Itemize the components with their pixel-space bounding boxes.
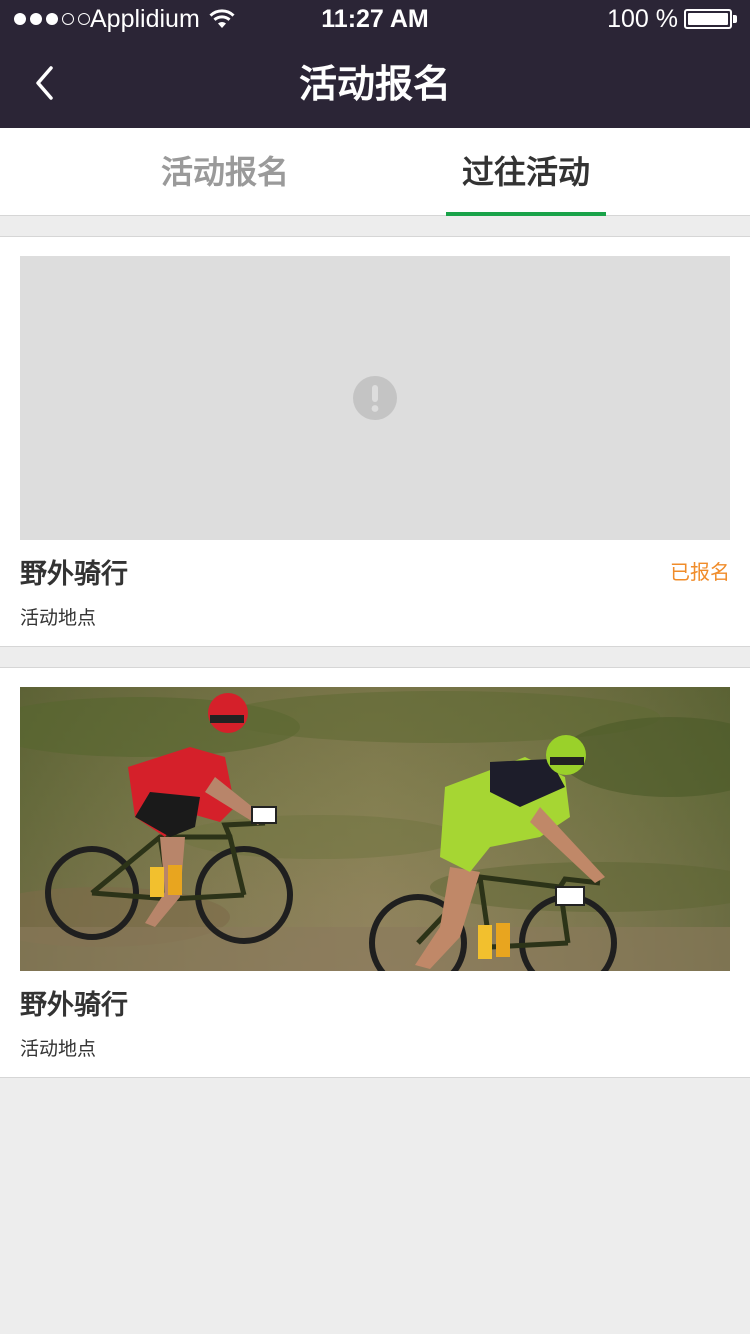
status-bar: Applidium 11:27 AM 100 % — [0, 0, 750, 40]
active-tab-indicator — [446, 212, 606, 216]
navigation-bar: 活动报名 — [0, 40, 750, 128]
event-title: 野外骑行 — [20, 990, 128, 1021]
back-button[interactable] — [22, 58, 72, 108]
event-title: 野外骑行 — [20, 559, 128, 590]
image-error-icon — [353, 376, 397, 420]
tab-past-events[interactable]: 过往活动 — [446, 128, 606, 215]
app-header: Applidium 11:27 AM 100 % 活动报名 — [0, 0, 750, 128]
event-location: 活动地点 — [20, 1038, 97, 1060]
battery-tip — [733, 15, 737, 23]
battery-percent: 100 % — [607, 5, 678, 33]
image-placeholder — [20, 256, 730, 540]
page-title: 活动报名 — [298, 62, 451, 106]
chevron-left-icon — [36, 66, 53, 100]
event-location: 活动地点 — [20, 607, 97, 629]
event-card[interactable]: 野外骑行 活动地点 — [0, 667, 750, 1078]
battery-icon — [684, 9, 732, 29]
tab-bar: 活动报名 过往活动 — [0, 128, 750, 216]
tab-event-signup[interactable]: 活动报名 — [125, 128, 325, 215]
registration-status-badge: 已报名 — [670, 560, 730, 584]
event-photo — [20, 687, 730, 971]
event-card[interactable]: 野外骑行 已报名 活动地点 — [0, 236, 750, 647]
mountain-bike-racers-photo — [20, 687, 730, 971]
